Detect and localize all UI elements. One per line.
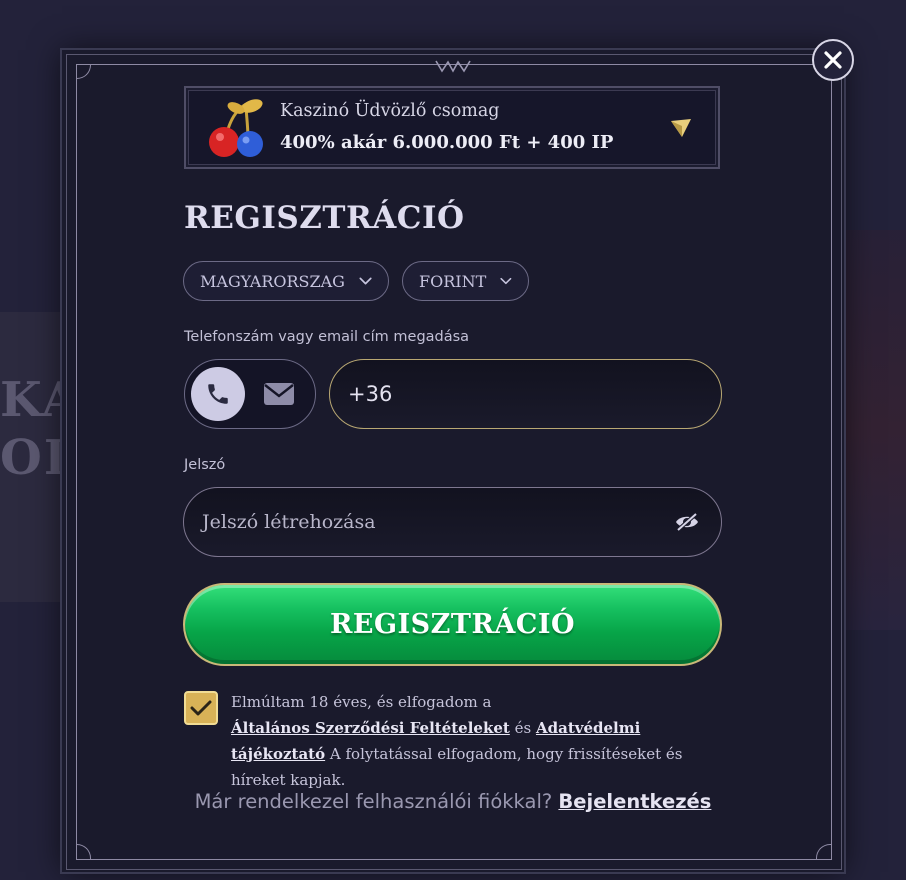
chevron-down-icon <box>500 277 512 285</box>
currency-select[interactable]: FORINT <box>402 261 529 301</box>
phone-toggle-button[interactable] <box>191 367 245 421</box>
welcome-bonus-selector[interactable]: Kaszinó Üdvözlő csomag 400% akár 6.000.0… <box>184 86 720 169</box>
terms-link[interactable]: Általános Szerződési Feltételeket <box>231 719 510 737</box>
eye-off-icon[interactable] <box>675 512 699 532</box>
phone-icon <box>208 384 228 404</box>
country-select-label: MAGYARORSZAG <box>200 271 345 291</box>
login-link[interactable]: Bejelentkezés <box>558 790 711 813</box>
consent-text: Elmúltam 18 éves, és elfogadom a Általán… <box>231 689 731 793</box>
page-title: REGISZTRÁCIÓ <box>184 200 465 236</box>
contact-method-toggle <box>184 359 316 429</box>
frame-ornament <box>435 60 471 73</box>
chevron-down-icon <box>671 119 691 137</box>
currency-select-label: FORINT <box>419 271 487 291</box>
promo-title: Kaszinó Üdvözlő csomag <box>280 101 500 121</box>
background-art <box>846 230 906 630</box>
country-select[interactable]: MAGYARORSZAG <box>183 261 389 301</box>
chevron-down-icon <box>359 277 372 285</box>
password-label: Jelszó <box>184 457 226 473</box>
phone-prefix: +36 <box>348 382 393 406</box>
password-placeholder: Jelszó létrehozása <box>202 511 376 533</box>
promo-subtitle: 400% akár 6.000.000 Ft + 400 IP <box>280 132 614 153</box>
phone-input[interactable]: +36 <box>329 359 722 429</box>
contact-label: Telefonszám vagy email cím megadása <box>184 329 470 345</box>
consent-line: Elmúltam 18 éves, és elfogadom a <box>231 693 492 711</box>
login-prompt: Már rendelkezel felhasználói fiókkal? Be… <box>0 790 906 813</box>
close-button[interactable] <box>812 39 854 81</box>
close-icon <box>824 51 842 69</box>
consent-checkbox[interactable] <box>184 691 218 725</box>
cherries-icon <box>209 99 263 157</box>
password-input[interactable]: Jelszó létrehozása <box>183 487 722 557</box>
register-button[interactable]: REGISZTRÁCIÓ <box>183 583 722 666</box>
mail-icon[interactable] <box>263 382 295 406</box>
consent-and: és <box>514 719 532 737</box>
login-question: Már rendelkezel felhasználói fiókkal? <box>194 790 553 813</box>
checkmark-icon <box>190 700 212 716</box>
